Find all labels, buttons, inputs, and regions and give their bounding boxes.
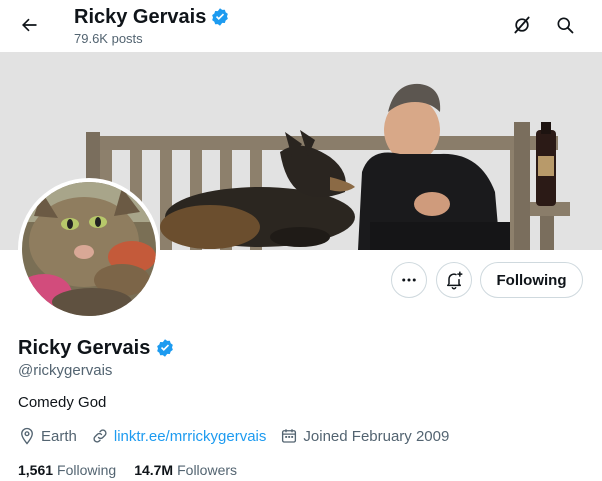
- header-name-row: Ricky Gervais: [74, 4, 230, 30]
- website-item: linktr.ee/mrrickygervais: [91, 427, 267, 445]
- following-count: 1,561: [18, 462, 54, 478]
- more-options-button[interactable]: [391, 262, 427, 298]
- header-titles: Ricky Gervais 79.6K posts: [74, 4, 230, 46]
- grok-button[interactable]: [505, 8, 539, 42]
- profile-meta: Earth linktr.ee/mrrickygervais Joined Fe…: [18, 425, 463, 447]
- avatar-photo: [22, 182, 156, 316]
- profile-name: Ricky Gervais: [18, 336, 151, 359]
- following-button[interactable]: Following: [480, 262, 583, 298]
- verified-badge-icon[interactable]: [155, 338, 175, 358]
- verified-badge-icon: [212, 8, 229, 26]
- link-icon: [93, 429, 107, 443]
- notification-bell-add-icon: [447, 271, 463, 290]
- follow-stats: 1,561 Following 14.7M Followers: [18, 460, 255, 480]
- joined-text: Joined February 2009: [303, 427, 450, 445]
- grok-icon: [514, 16, 530, 34]
- followers-label: Followers: [177, 462, 238, 478]
- search-button[interactable]: [548, 8, 582, 42]
- more-icon: [402, 278, 416, 282]
- back-arrow-icon: [22, 18, 37, 32]
- profile-header-bar: Ricky Gervais 79.6K posts: [0, 0, 602, 52]
- followers-count: 14.7M: [134, 462, 174, 478]
- search-icon: [557, 17, 574, 34]
- notifications-button[interactable]: [436, 262, 472, 298]
- profile-avatar[interactable]: [18, 178, 160, 320]
- profile-handle: @rickygervais: [18, 362, 113, 379]
- profile-bio: Comedy God: [18, 394, 107, 411]
- location-item: Earth: [18, 427, 77, 445]
- location-text: Earth: [41, 427, 77, 445]
- followers-stat-link[interactable]: 14.7M Followers: [134, 462, 237, 478]
- joined-item: Joined February 2009: [280, 427, 449, 445]
- header-post-count: 79.6K posts: [74, 31, 143, 46]
- following-label: Following: [57, 462, 117, 478]
- website-link[interactable]: linktr.ee/mrrickygervais: [114, 428, 267, 445]
- avatar-cat-image: [22, 182, 156, 316]
- profile-name-row: Ricky Gervais: [18, 334, 175, 362]
- back-button[interactable]: [12, 8, 46, 42]
- header-name: Ricky Gervais: [74, 5, 207, 28]
- calendar-icon: [282, 429, 297, 443]
- location-pin-icon: [21, 427, 33, 445]
- following-stat-link[interactable]: 1,561 Following: [18, 462, 116, 478]
